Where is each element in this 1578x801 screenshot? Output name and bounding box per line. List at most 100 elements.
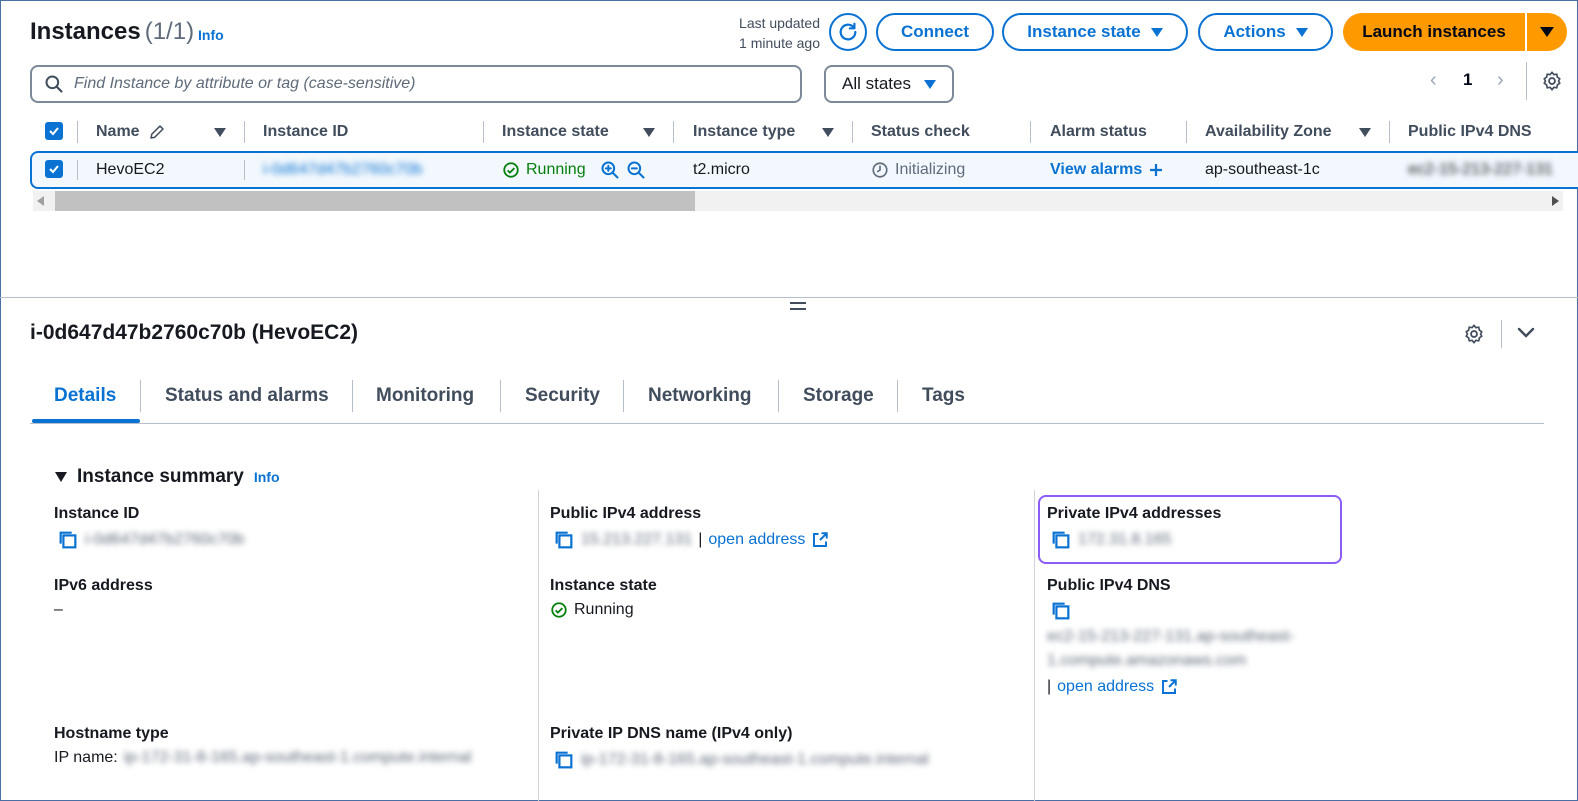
public-ipv4-label: Public IPv4 address: [550, 505, 702, 522]
cell-public-dns: ec2-15-213-227-131: [1408, 161, 1553, 179]
cell-instance-id[interactable]: i-0d647d47b2760c70b: [263, 161, 422, 179]
public-dns-open: | open address: [1047, 678, 1178, 696]
instance-id-label: Instance ID: [54, 505, 140, 522]
tab-storage[interactable]: Storage: [803, 385, 874, 407]
launch-options-dropdown[interactable]: [1527, 13, 1567, 51]
tab-monitoring[interactable]: Monitoring: [376, 385, 474, 407]
public-dns-copy: [1050, 600, 1072, 622]
tab-details[interactable]: Details: [54, 385, 116, 407]
tab-separator: [623, 380, 624, 412]
private-dns-value: ip-172-31-8-165.ap-southeast-1.compute.i…: [553, 749, 929, 771]
instance-id-link[interactable]: i-0d647d47b2760c70b: [263, 161, 422, 179]
next-page-icon[interactable]: ›: [1497, 69, 1504, 92]
refresh-button[interactable]: [829, 13, 867, 51]
check-circle-icon: [503, 162, 519, 178]
instance-state-label: Instance state: [550, 577, 657, 594]
drag-handle-icon[interactable]: [790, 302, 806, 312]
ipv6-label: IPv6 address: [54, 577, 153, 594]
launch-instances-button[interactable]: Launch instances: [1343, 13, 1525, 51]
collapse-triangle-icon: [55, 472, 67, 482]
row-checkbox[interactable]: [45, 160, 63, 178]
actions-label: Actions: [1223, 22, 1286, 41]
plus-icon: [1150, 164, 1163, 176]
page-number[interactable]: 1: [1463, 70, 1472, 90]
last-updated-label: Last updated: [739, 15, 820, 31]
copy-icon[interactable]: [57, 529, 79, 551]
last-updated-time: 1 minute ago: [739, 35, 820, 51]
column-separator: [1389, 121, 1390, 143]
column-separator: [538, 490, 539, 801]
tab-networking[interactable]: Networking: [648, 385, 751, 407]
previous-page-icon[interactable]: ‹: [1430, 69, 1437, 92]
instance-type: t2.micro: [693, 161, 750, 178]
external-link-icon[interactable]: [811, 531, 829, 549]
hostname-type-label: Hostname type: [54, 725, 169, 742]
info-link[interactable]: Info: [198, 27, 224, 43]
private-ipv4-label: Private IPv4 addresses: [1047, 505, 1222, 522]
column-header-alarm-status[interactable]: Alarm status: [1050, 121, 1147, 143]
column-header-instance-id[interactable]: Instance ID: [263, 121, 348, 143]
search-icon: [45, 75, 63, 93]
sort-caret-icon[interactable]: [1359, 128, 1371, 137]
scroll-left-icon[interactable]: [37, 196, 45, 206]
open-address-link[interactable]: open address: [708, 531, 805, 549]
column-label: Public IPv4 DNS: [1408, 123, 1532, 140]
scrollbar-thumb[interactable]: [55, 191, 695, 211]
connect-button[interactable]: Connect: [876, 13, 994, 51]
instance-id-text: i-0d647d47b2760c70b: [85, 531, 245, 548]
cell-availability-zone: ap-southeast-1c: [1205, 161, 1320, 179]
availability-zone: ap-southeast-1c: [1205, 161, 1320, 178]
hostname-text: ip-172-31-8-165.ap-southeast-1.compute.i…: [123, 749, 472, 766]
tab-security[interactable]: Security: [525, 385, 600, 407]
zoom-in-icon[interactable]: [600, 160, 620, 180]
launch-label: Launch instances: [1362, 22, 1506, 41]
instance-state-dropdown[interactable]: Instance state: [1002, 13, 1188, 51]
chevron-down-icon[interactable]: [1516, 325, 1536, 341]
actions-dropdown[interactable]: Actions: [1198, 13, 1333, 51]
search-box: [30, 65, 802, 103]
pipe-separator: |: [698, 531, 703, 548]
zoom-out-icon[interactable]: [626, 160, 646, 180]
tab-tags[interactable]: Tags: [922, 385, 965, 407]
open-address-link[interactable]: open address: [1057, 678, 1154, 696]
column-header-instance-state[interactable]: Instance state: [502, 121, 609, 143]
states-filter-dropdown[interactable]: All states: [824, 65, 954, 103]
view-alarms-link[interactable]: View alarms: [1050, 161, 1164, 179]
gear-icon[interactable]: [1463, 323, 1485, 345]
column-header-availability-zone[interactable]: Availability Zone: [1205, 121, 1332, 143]
copy-icon[interactable]: [553, 529, 575, 551]
connect-label: Connect: [901, 22, 969, 41]
copy-icon[interactable]: [1050, 529, 1072, 551]
column-label: Instance ID: [263, 123, 349, 140]
column-separator: [244, 121, 245, 143]
column-label: Availability Zone: [1205, 123, 1332, 140]
sort-caret-icon[interactable]: [822, 128, 834, 137]
scroll-right-icon[interactable]: [1551, 196, 1559, 206]
private-dns-label: Private IP DNS name (IPv4 only): [550, 725, 793, 742]
clock-icon: [872, 162, 888, 178]
external-link-icon[interactable]: [1160, 678, 1178, 696]
search-input[interactable]: [74, 75, 774, 93]
tab-status-and-alarms[interactable]: Status and alarms: [165, 385, 329, 407]
info-link[interactable]: Info: [254, 469, 280, 485]
copy-icon[interactable]: [1050, 600, 1072, 622]
sort-caret-icon[interactable]: [214, 128, 226, 137]
instance-name: HevoEC2: [96, 161, 165, 178]
state-running: Running: [574, 601, 634, 618]
cell-instance-type: t2.micro: [693, 161, 750, 179]
instance-summary-toggle[interactable]: Instance summary Info: [55, 466, 280, 488]
caret-down-icon: [1150, 27, 1163, 37]
column-header-name[interactable]: Name: [96, 121, 166, 143]
select-all-checkbox[interactable]: [45, 122, 63, 140]
gear-icon[interactable]: [1541, 70, 1563, 92]
check-icon: [49, 165, 59, 174]
public-ipv4-text: 15.213.227.131: [581, 531, 693, 548]
column-header-public-dns[interactable]: Public IPv4 DNS: [1408, 121, 1532, 143]
instance-state-value: Running: [550, 601, 634, 619]
private-ipv4-text: 172.31.8.165: [1078, 531, 1172, 548]
column-separator: [244, 160, 245, 180]
column-header-instance-type[interactable]: Instance type: [693, 121, 795, 143]
copy-icon[interactable]: [553, 749, 575, 771]
column-header-status-check[interactable]: Status check: [871, 121, 970, 143]
sort-caret-icon[interactable]: [643, 128, 655, 137]
